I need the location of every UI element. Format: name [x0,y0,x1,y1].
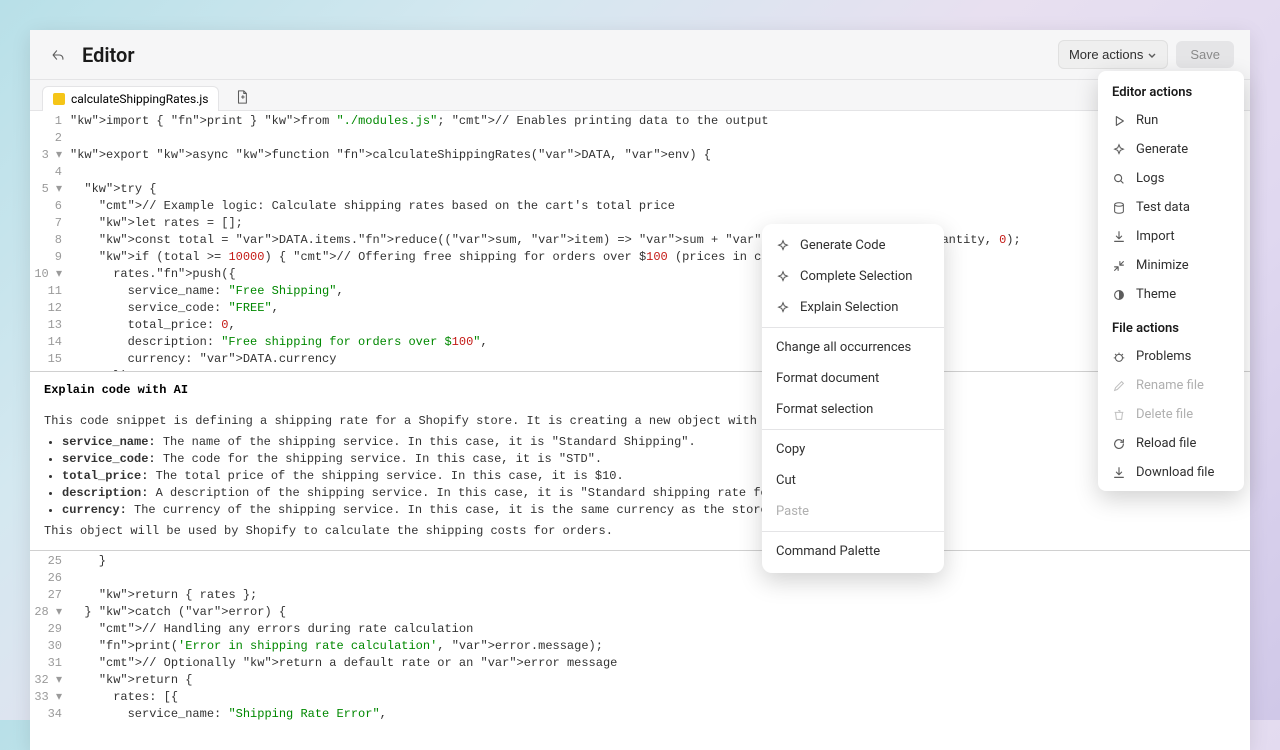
database-icon [1112,201,1126,215]
code-editor-bottom[interactable]: 25262728 ▾29303132 ▾33 ▾34 } "kw">return… [30,550,1250,750]
trash-icon [1112,408,1126,422]
ai-intro: This code snippet is defining a shipping… [44,413,1236,430]
sparkle-icon [776,301,790,315]
tab-active[interactable]: calculateShippingRates.js [42,86,219,111]
ctx-complete-selection[interactable]: Complete Selection [762,261,944,292]
sparkle-icon [776,239,790,253]
action-theme[interactable]: Theme [1098,280,1244,309]
sparkle-icon [776,270,790,284]
popover-section-file: File actions [1098,317,1244,342]
tab-bar: calculateShippingRates.js [30,80,1250,111]
header: Editor More actions Save [30,30,1250,80]
action-reload-file[interactable]: Reload file [1098,429,1244,458]
ctx-paste: Paste [762,496,944,527]
reload-icon [1112,437,1126,451]
ai-panel-title: Explain code with AI [44,382,1236,399]
code-content: "kw">import { "fn">print } "kw">from "./… [70,111,1250,371]
action-download-file[interactable]: Download file [1098,458,1244,487]
theme-icon [1112,288,1126,302]
action-minimize[interactable]: Minimize [1098,251,1244,280]
bug-icon [1112,350,1126,364]
action-problems[interactable]: Problems [1098,342,1244,371]
context-menu: Generate Code Complete Selection Explain… [762,224,944,573]
ctx-copy[interactable]: Copy [762,434,944,465]
back-button[interactable] [46,43,70,67]
action-generate[interactable]: Generate [1098,135,1244,164]
pencil-icon [1112,379,1126,393]
action-test-data[interactable]: Test data [1098,193,1244,222]
actions-popover: Editor actions Run Generate Logs Test da… [1098,71,1244,491]
minimize-icon [1112,259,1126,273]
popover-section-editor: Editor actions [1098,81,1244,106]
ai-panel-body: This code snippet is defining a shipping… [44,413,1236,540]
ctx-format-selection[interactable]: Format selection [762,394,944,425]
ctx-command-palette[interactable]: Command Palette [762,536,944,567]
action-run[interactable]: Run [1098,106,1244,135]
tab-filename: calculateShippingRates.js [71,92,208,106]
more-actions-label: More actions [1069,47,1143,62]
action-rename-file: Rename file [1098,371,1244,400]
back-icon [51,48,65,62]
ai-outro: This object will be used by Shopify to c… [44,523,1236,540]
ctx-format-document[interactable]: Format document [762,363,944,394]
chevron-down-icon [1147,50,1157,60]
ctx-generate-code[interactable]: Generate Code [762,230,944,261]
search-icon [1112,172,1126,186]
ctx-explain-selection[interactable]: Explain Selection [762,292,944,323]
save-button[interactable]: Save [1176,41,1234,68]
code-editor-top[interactable]: 123 ▾45 ▾678910 ▾11121314151617 ▾18 ▾192… [30,111,1250,371]
download-icon [1112,230,1126,244]
sparkle-icon [1112,143,1126,157]
ctx-cut[interactable]: Cut [762,465,944,496]
gutter: 25262728 ▾29303132 ▾33 ▾34 [30,551,70,750]
action-delete-file: Delete file [1098,400,1244,429]
js-file-icon [53,93,65,105]
separator [762,327,944,328]
page-title: Editor [82,43,1058,67]
ctx-change-all[interactable]: Change all occurrences [762,332,944,363]
ai-explain-panel: Explain code with AI This code snippet i… [30,371,1250,550]
play-icon [1112,114,1126,128]
new-file-icon [235,90,249,104]
separator [762,429,944,430]
app-panel: Editor More actions Save calculateShippi… [30,30,1250,750]
gutter: 123 ▾45 ▾678910 ▾11121314151617 ▾18 ▾192… [30,111,70,371]
action-import[interactable]: Import [1098,222,1244,251]
more-actions-button[interactable]: More actions [1058,40,1168,69]
code-content: } "kw">return { rates }; } "kw">catch ("… [70,551,1250,750]
separator [762,531,944,532]
new-file-button[interactable] [231,86,253,108]
action-logs[interactable]: Logs [1098,164,1244,193]
ai-bullets: service_name: The name of the shipping s… [62,434,1236,519]
download-icon [1112,466,1126,480]
